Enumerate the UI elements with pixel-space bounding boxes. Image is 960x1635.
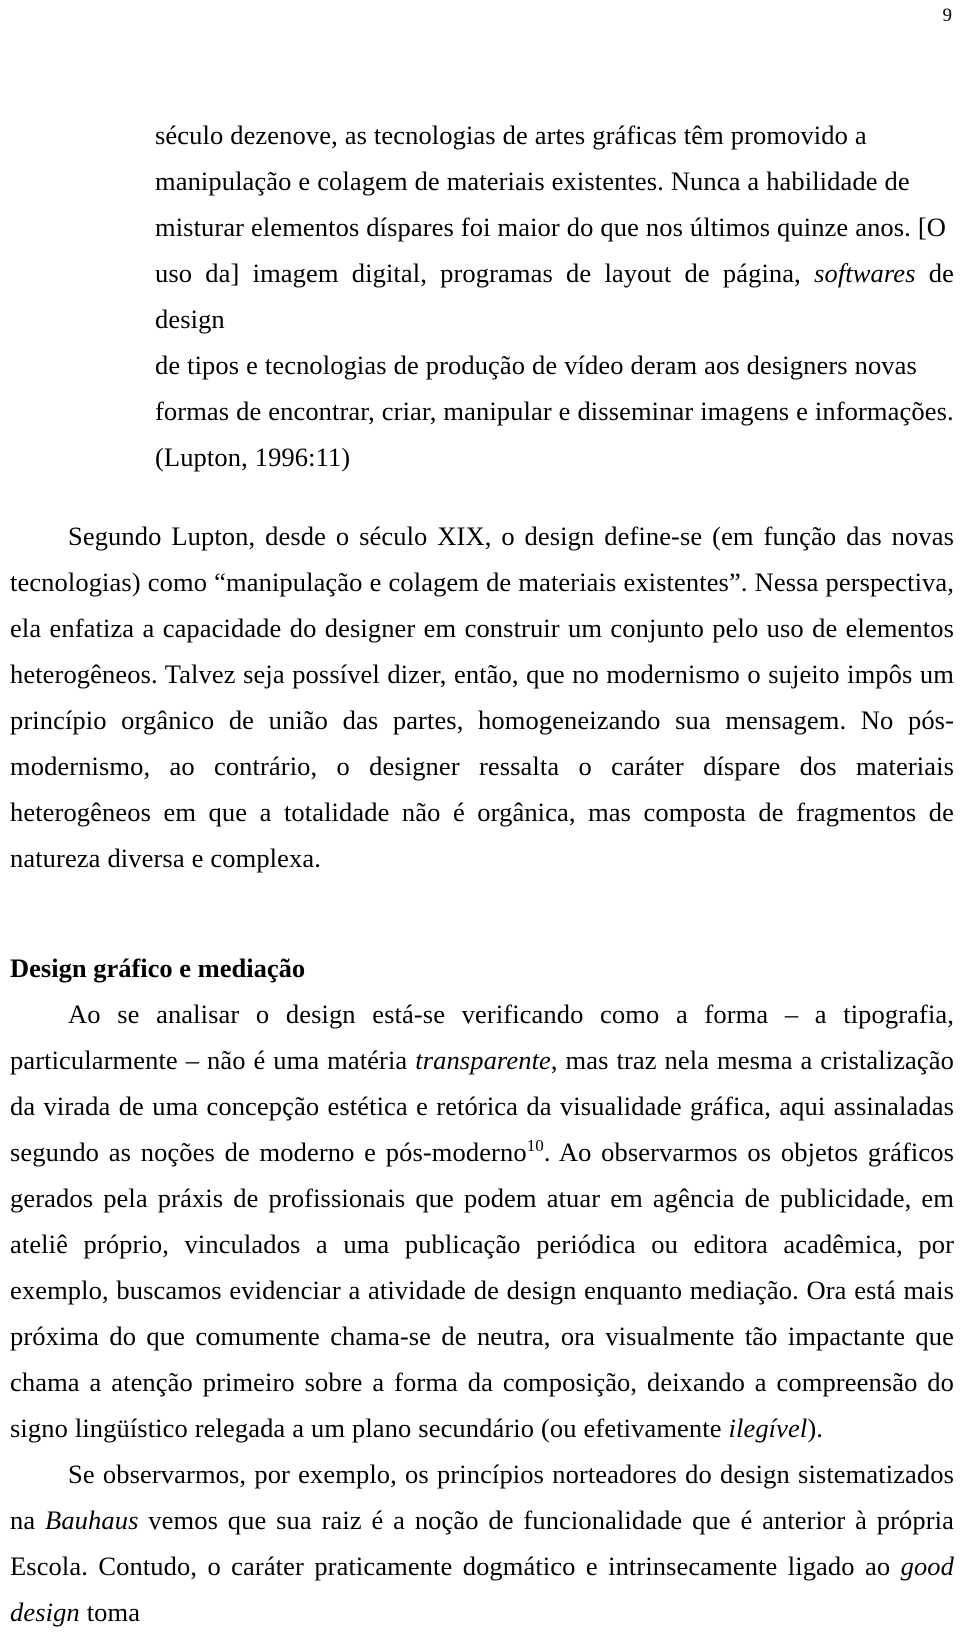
paragraph-text: . Ao observarmos os objetos gráficos ger… (10, 1137, 954, 1443)
paragraph-text: toma (79, 1597, 141, 1627)
paragraph-text: ). (807, 1413, 823, 1443)
blockquote-line last-line: formas de encontrar, criar, manipular e … (155, 396, 954, 426)
blockquote-line-text: misturar elementos díspares foi maior do… (155, 212, 946, 242)
blockquote-citation: (Lupton, 1996:11) (155, 442, 351, 472)
section-heading-design-grafico-e-mediacao: Design gráfico e mediação (10, 953, 306, 983)
blockquote-line: uso da] imagem digital, programas de lay… (155, 250, 954, 342)
italic-term-transparente: transparente (415, 1045, 551, 1075)
paragraph-ao-se-analisar: Ao se analisar o design está-se verifica… (10, 991, 954, 1451)
paragraph-text: vemos que sua raiz é a noção de funciona… (10, 1505, 955, 1581)
blockquote-line: manipulação e colagem de materiais exist… (155, 166, 910, 196)
paragraph-segundo-lupton: Segundo Lupton, desde o século XIX, o de… (10, 521, 954, 873)
blockquote: século dezenove, as tecnologias de artes… (155, 112, 954, 480)
blockquote-line: século dezenove, as tecnologias de artes… (155, 120, 867, 150)
footnote-marker-10[interactable]: 10 (527, 1136, 544, 1155)
italic-term-bauhaus: Bauhaus (45, 1505, 139, 1535)
italic-term-ilegivel: ilegível (728, 1413, 808, 1443)
paragraph-se-observarmos: Se observarmos, por exemplo, os princípi… (10, 1451, 954, 1635)
text-column: século dezenove, as tecnologias de artes… (10, 96, 954, 1635)
blockquote-line: misturar elementos díspares foi maior do… (155, 204, 954, 250)
document-page: 9 século dezenove, as tecnologias de art… (0, 0, 960, 1627)
blockquote-line: de tipos e tecnologias de produção de ví… (155, 350, 917, 380)
italic-term-softwares: softwares (814, 258, 916, 288)
page-number: 9 (942, 5, 953, 26)
blockquote-line-text: uso da] imagem digital, programas de lay… (155, 258, 815, 288)
